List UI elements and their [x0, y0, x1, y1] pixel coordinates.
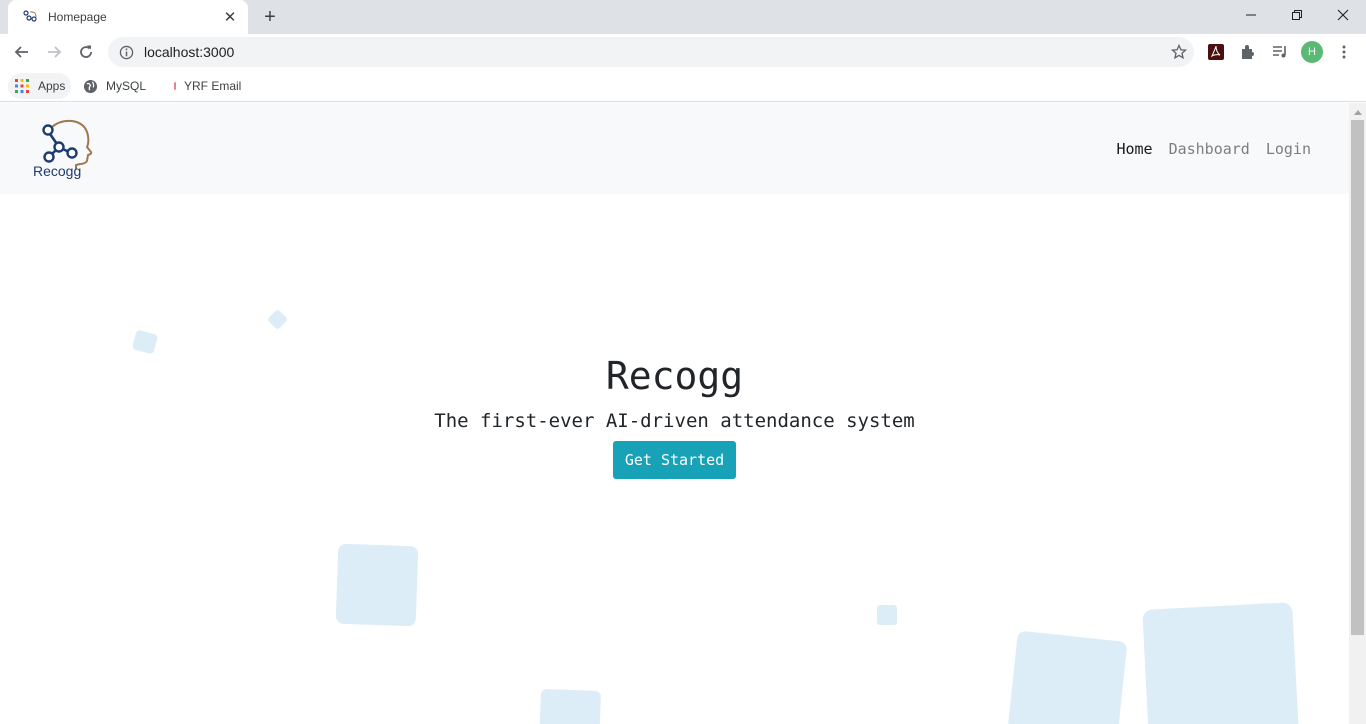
decorative-square — [335, 543, 419, 627]
decorative-square — [131, 329, 159, 355]
reload-icon[interactable] — [72, 38, 100, 66]
browser-tab-homepage[interactable]: Homepage ✕ — [8, 0, 248, 34]
nav-link-dashboard[interactable]: Dashboard — [1169, 140, 1250, 158]
browser-menu-icon[interactable] — [1332, 40, 1356, 64]
forward-arrow-icon[interactable] — [40, 38, 68, 66]
pdf-extension-icon[interactable] — [1204, 40, 1228, 64]
hero-section: Recogg The first-ever AI-driven attendan… — [0, 194, 1349, 724]
page-scrollbar[interactable] — [1349, 103, 1366, 724]
scrollbar-thumb[interactable] — [1351, 120, 1364, 635]
tab-strip: Homepage ✕ + — [0, 0, 1366, 34]
decorative-square — [877, 605, 897, 625]
bookmark-star-icon[interactable] — [1164, 37, 1194, 67]
globe-icon — [82, 78, 98, 94]
address-bar[interactable]: localhost:3000 — [108, 37, 1194, 67]
site-navbar: Recogg Home Dashboard Login — [0, 103, 1349, 194]
window-restore-icon[interactable] — [1274, 0, 1320, 30]
extensions-puzzle-icon[interactable] — [1236, 40, 1260, 64]
profile-avatar[interactable]: H — [1301, 41, 1323, 63]
apps-grid-icon — [14, 78, 30, 94]
window-close-icon[interactable] — [1320, 0, 1366, 30]
nav-link-login[interactable]: Login — [1266, 140, 1311, 158]
bookmark-favicon-icon — [172, 78, 178, 94]
get-started-button[interactable]: Get Started — [613, 441, 736, 479]
bookmark-mysql[interactable]: MySQL — [76, 73, 152, 99]
decorative-square — [266, 308, 289, 331]
bookmark-label: Apps — [38, 79, 66, 93]
browser-toolbar: localhost:3000 H — [0, 34, 1366, 70]
bookmarks-bar: Apps MySQL YRF Email — [0, 70, 1366, 102]
bookmark-yrf-email[interactable]: YRF Email — [166, 73, 247, 99]
decorative-square — [538, 688, 602, 724]
decorative-square — [1142, 602, 1300, 724]
address-url[interactable]: localhost:3000 — [144, 44, 1164, 60]
back-arrow-icon[interactable] — [8, 38, 36, 66]
nav-link-home[interactable]: Home — [1116, 140, 1152, 158]
bookmark-label: MySQL — [106, 79, 147, 93]
tab-title: Homepage — [48, 10, 107, 24]
decorative-square — [1006, 630, 1128, 724]
page-viewport: Recogg Home Dashboard Login Recogg The f… — [0, 103, 1349, 724]
recogg-logo[interactable]: Recogg — [30, 119, 98, 181]
bookmark-label: YRF Email — [184, 79, 242, 93]
media-queue-icon[interactable] — [1268, 40, 1292, 64]
recogg-favicon-icon — [22, 9, 38, 25]
new-tab-icon[interactable]: + — [258, 5, 282, 29]
nav-links: Home Dashboard Login — [1116, 140, 1311, 158]
logo-text: Recogg — [33, 163, 82, 179]
window-minimize-icon[interactable] — [1228, 0, 1274, 30]
site-info-icon[interactable] — [118, 44, 134, 60]
tab-close-icon[interactable]: ✕ — [222, 9, 238, 26]
hero-title: Recogg — [605, 354, 744, 398]
bookmark-apps[interactable]: Apps — [8, 73, 72, 99]
hero-subtitle: The first-ever AI-driven attendance syst… — [434, 410, 915, 432]
scroll-up-arrow-icon[interactable] — [1349, 103, 1366, 120]
